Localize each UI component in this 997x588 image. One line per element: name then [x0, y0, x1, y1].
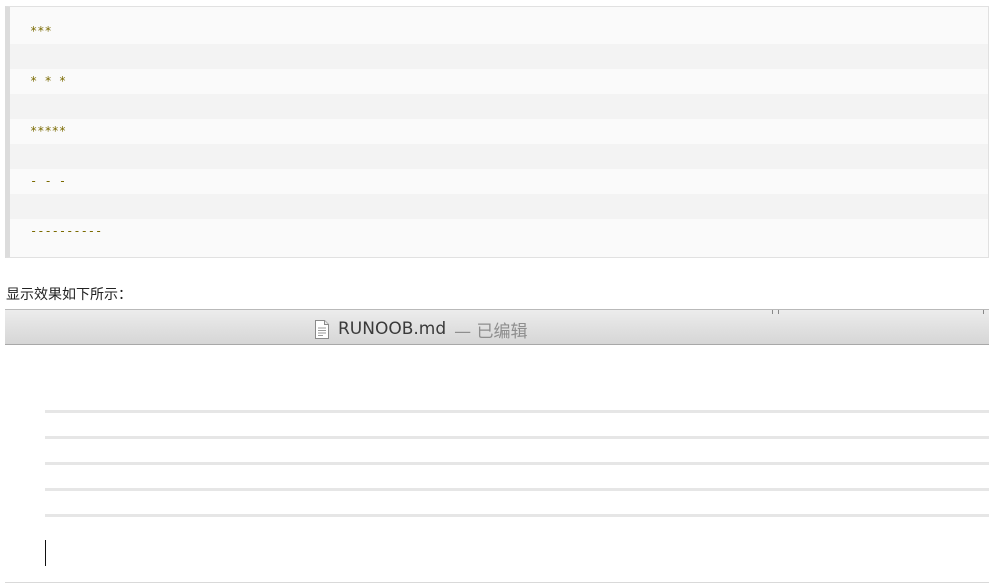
code-line: ---------- — [10, 219, 988, 244]
window-title: RUNOOB.md — 已编辑 — [314, 319, 528, 342]
code-line — [10, 144, 988, 169]
horizontal-rule — [45, 462, 989, 465]
code-block: *** * * * ***** - - - ---------- — [5, 6, 989, 258]
window-titlebar[interactable]: RUNOOB.md — 已编辑 — [5, 309, 989, 345]
horizontal-rule — [45, 488, 989, 491]
window-edited-status: — 已编辑 — [454, 321, 528, 342]
code-line — [10, 94, 988, 119]
code-line — [10, 194, 988, 219]
horizontal-rule — [45, 410, 989, 413]
titlebar-divider — [983, 310, 984, 314]
titlebar-divider — [778, 310, 779, 314]
code-line — [10, 44, 988, 69]
code-pad-top — [10, 7, 988, 19]
window-file-name: RUNOOB.md — [338, 319, 447, 339]
code-line: * * * — [10, 69, 988, 94]
code-line: ***** — [10, 119, 988, 144]
text-cursor — [45, 540, 46, 566]
horizontal-rule — [45, 436, 989, 439]
titlebar-divider — [772, 310, 773, 314]
horizontal-rule — [45, 514, 989, 517]
code-line: - - - — [10, 169, 988, 194]
document-icon — [315, 319, 329, 339]
code-line: *** — [10, 19, 988, 44]
caption-text: 显示效果如下所示： — [6, 287, 132, 303]
editor-area[interactable] — [5, 345, 989, 583]
